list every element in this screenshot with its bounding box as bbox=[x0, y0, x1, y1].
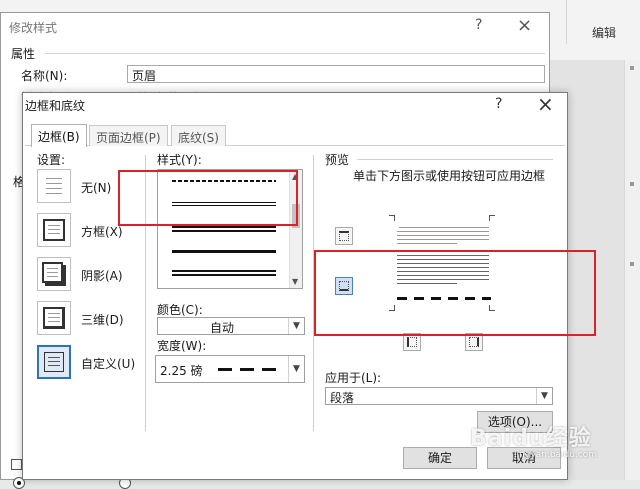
ok-button[interactable]: 确定 bbox=[403, 447, 477, 469]
preset-custom-label[interactable]: 自定义(U) bbox=[81, 355, 135, 372]
apply-to-value: 段落 bbox=[330, 391, 355, 405]
preview-label: 预览 bbox=[325, 153, 350, 167]
ribbon-separator bbox=[566, 0, 567, 44]
border-box-icon[interactable] bbox=[37, 213, 71, 247]
border-none-icon[interactable] bbox=[37, 169, 71, 203]
modify-style-title: 修改样式 bbox=[9, 21, 58, 35]
highlight-style-box bbox=[118, 170, 298, 226]
name-label: 名称(N): bbox=[21, 69, 68, 83]
apply-to-label: 应用于(L): bbox=[325, 371, 382, 385]
preset-shadow-label[interactable]: 阴影(A) bbox=[81, 267, 123, 284]
border-custom-icon[interactable] bbox=[37, 345, 71, 379]
border-shadow-icon[interactable] bbox=[37, 257, 71, 291]
style-option[interactable] bbox=[172, 250, 276, 253]
apply-to-select[interactable]: 段落 ▼ bbox=[325, 387, 553, 405]
preset-none-label[interactable]: 无(N) bbox=[81, 179, 111, 196]
watermark-url: jingyan.baidu.com bbox=[514, 450, 598, 460]
chevron-down-icon[interactable]: ▼ bbox=[536, 388, 552, 404]
tab-page-border[interactable]: 页面边框(P) bbox=[89, 125, 168, 146]
close-icon[interactable]: × bbox=[517, 15, 532, 36]
scroll-mark bbox=[630, 262, 634, 266]
style-option[interactable] bbox=[172, 270, 276, 272]
width-select[interactable]: 2.25 磅 ▼ bbox=[155, 355, 305, 383]
style-option[interactable] bbox=[172, 226, 276, 228]
corner-mark bbox=[389, 215, 395, 221]
highlight-preview-box bbox=[314, 250, 596, 336]
scroll-mark bbox=[630, 182, 634, 186]
watermark-logo: Baidu经验 bbox=[470, 426, 592, 451]
help-icon[interactable]: ? bbox=[495, 96, 502, 112]
close-icon[interactable]: × bbox=[537, 93, 554, 115]
preview-divider bbox=[357, 159, 553, 160]
scroll-mark bbox=[630, 66, 634, 70]
width-value: 2.25 磅 bbox=[160, 364, 203, 378]
style-label: 样式(Y): bbox=[157, 153, 202, 167]
checkbox[interactable] bbox=[11, 459, 22, 470]
color-label: 颜色(C): bbox=[157, 303, 203, 317]
chevron-down-icon[interactable]: ▼ bbox=[288, 356, 304, 382]
preview-hint: 单击下方图示或使用按钮可应用边框 bbox=[352, 169, 545, 183]
ribbon-group-edit-label[interactable]: 编辑 bbox=[592, 24, 616, 41]
tab-shading[interactable]: 底纹(S) bbox=[171, 125, 226, 146]
tab-borders[interactable]: 边框(B) bbox=[31, 124, 87, 147]
preset-3d-label[interactable]: 三维(D) bbox=[81, 311, 124, 328]
line-sample bbox=[218, 368, 284, 371]
dialog-title: 边框和底纹 bbox=[25, 99, 86, 113]
help-icon[interactable]: ? bbox=[475, 17, 482, 33]
preset-box-label[interactable]: 方框(X) bbox=[81, 223, 123, 240]
color-value: 自动 bbox=[210, 321, 235, 335]
properties-label: 属性 bbox=[11, 47, 36, 61]
properties-divider bbox=[45, 53, 545, 54]
name-input[interactable]: 页眉 bbox=[127, 65, 545, 83]
modify-style-titlebar bbox=[1, 13, 549, 41]
scroll-down-icon[interactable]: ▼ bbox=[292, 277, 298, 286]
top-border-button[interactable] bbox=[335, 227, 353, 245]
width-label: 宽度(W): bbox=[157, 339, 207, 353]
border-3d-icon[interactable] bbox=[37, 301, 71, 335]
color-select[interactable]: 自动 ▼ bbox=[157, 317, 305, 335]
document-scrollbar[interactable] bbox=[624, 60, 640, 480]
settings-label: 设置: bbox=[37, 153, 66, 167]
chevron-down-icon[interactable]: ▼ bbox=[288, 318, 304, 334]
